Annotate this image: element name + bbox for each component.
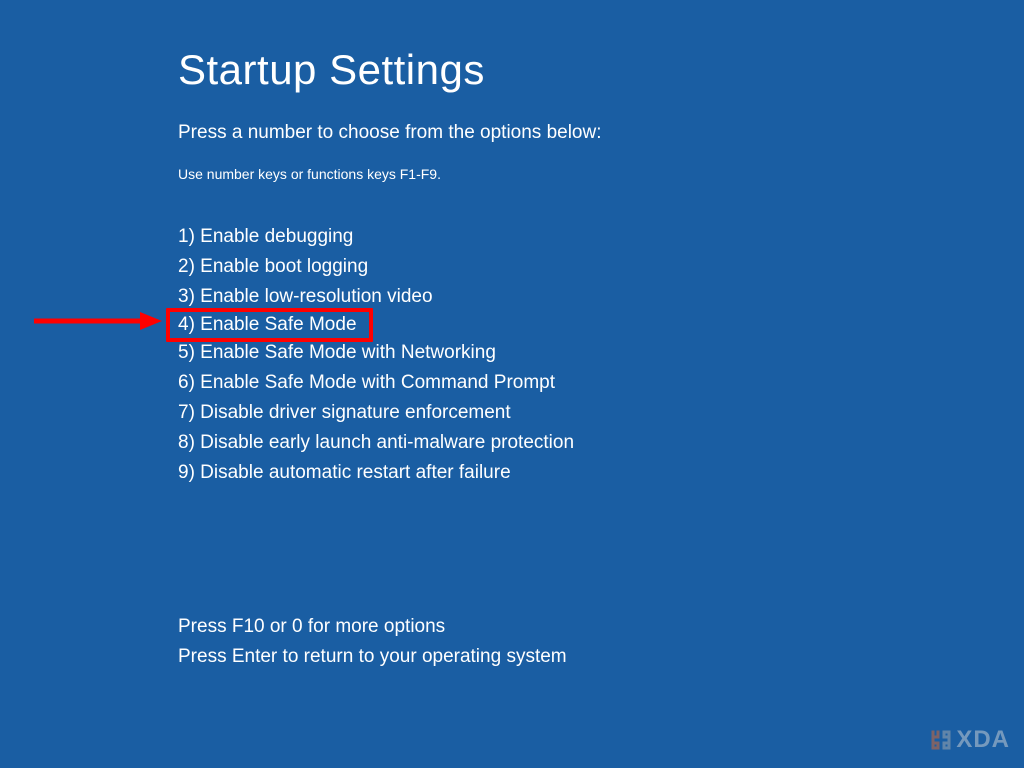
startup-options-list: 1) Enable debugging 2) Enable boot loggi… <box>178 222 602 488</box>
xda-logo-icon <box>930 729 952 751</box>
xda-watermark-text: XDA <box>956 726 1010 754</box>
option-disable-anti-malware[interactable]: 8) Disable early launch anti-malware pro… <box>178 428 602 458</box>
annotation-arrow-icon <box>34 311 162 331</box>
option-enable-safe-mode-networking[interactable]: 5) Enable Safe Mode with Networking <box>178 338 602 368</box>
footer-instructions: Press F10 or 0 for more options Press En… <box>178 612 602 672</box>
footer-return: Press Enter to return to your operating … <box>178 642 602 672</box>
startup-settings-panel: Startup Settings Press a number to choos… <box>178 46 602 672</box>
instruction-hint: Use number keys or functions keys F1-F9. <box>178 166 602 182</box>
option-enable-safe-mode-command-prompt[interactable]: 6) Enable Safe Mode with Command Prompt <box>178 368 602 398</box>
footer-more-options: Press F10 or 0 for more options <box>178 612 602 642</box>
option-enable-safe-mode[interactable]: 4) Enable Safe Mode <box>166 308 373 342</box>
option-disable-automatic-restart[interactable]: 9) Disable automatic restart after failu… <box>178 458 602 488</box>
option-disable-driver-signature[interactable]: 7) Disable driver signature enforcement <box>178 398 602 428</box>
page-title: Startup Settings <box>178 46 602 94</box>
option-enable-boot-logging[interactable]: 2) Enable boot logging <box>178 252 602 282</box>
xda-watermark: XDA <box>930 726 1010 754</box>
instruction-subtitle: Press a number to choose from the option… <box>178 122 602 144</box>
option-enable-debugging[interactable]: 1) Enable debugging <box>178 222 602 252</box>
